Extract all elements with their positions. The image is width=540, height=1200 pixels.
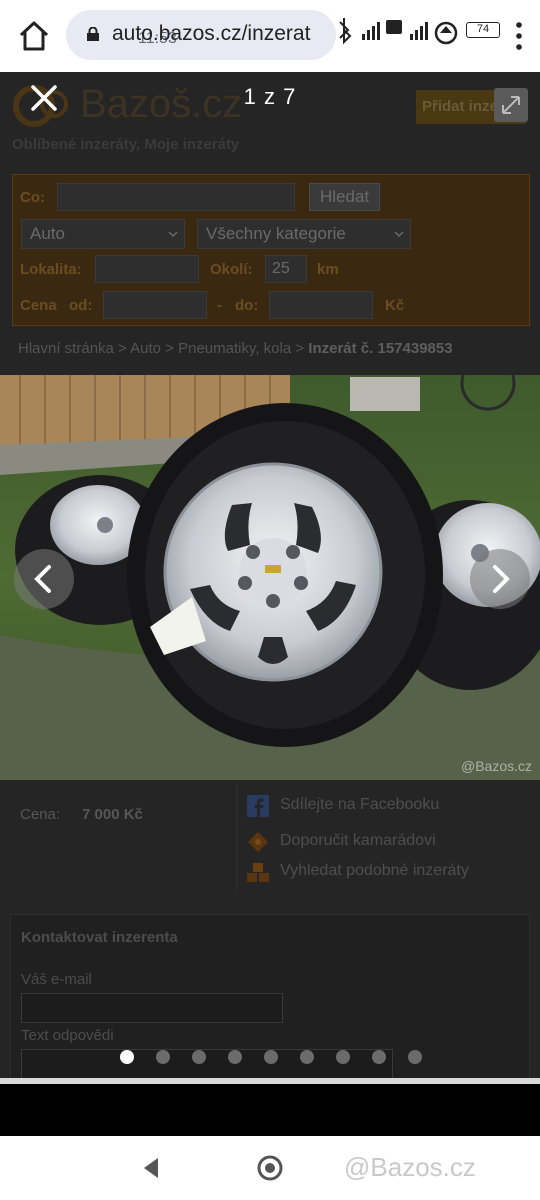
- menu-dots-icon[interactable]: [514, 20, 524, 52]
- search-form: Co: Hledat Auto Všechny kategorie Lokali…: [12, 174, 530, 326]
- divider: [236, 782, 237, 892]
- email-field[interactable]: [21, 993, 283, 1023]
- breadcrumb-path[interactable]: Hlavní stránka > Auto > Pneumatiky, kola…: [18, 340, 308, 357]
- email-label: Váš e-mail: [21, 971, 92, 988]
- previous-image-button[interactable]: [14, 549, 74, 609]
- pagination-dot[interactable]: [120, 1050, 134, 1064]
- facebook-icon: [247, 795, 269, 817]
- wheels-photo: [0, 375, 540, 780]
- chevron-down-icon: [394, 231, 404, 238]
- price-from-input[interactable]: [103, 291, 207, 319]
- breadcrumb: Hlavní stránka > Auto > Pneumatiky, kola…: [18, 340, 453, 357]
- price-from-label: od:: [69, 297, 93, 314]
- browser-toolbar: 11:53 auto.bazos.cz/inzerat 74: [0, 0, 540, 72]
- image-counter: 1 z 7: [243, 84, 297, 109]
- status-bar-icons: [339, 18, 458, 45]
- radius-unit: km: [317, 261, 339, 278]
- location-input[interactable]: [95, 255, 199, 283]
- image-pagination: [0, 1050, 540, 1066]
- category-select[interactable]: Auto: [21, 219, 185, 249]
- battery-icon: 74: [466, 22, 500, 38]
- pagination-dot[interactable]: [336, 1050, 350, 1064]
- breadcrumb-current: Inzerát č. 157439853: [308, 340, 453, 357]
- pagination-dot[interactable]: [228, 1050, 242, 1064]
- price-dash: -: [217, 297, 222, 314]
- price-label: Cena:: [20, 806, 61, 823]
- back-icon[interactable]: [140, 1156, 162, 1180]
- bottom-spacer: [0, 1084, 540, 1136]
- system-navigation-bar: @Bazos.cz: [0, 1136, 540, 1200]
- url-text: auto.bazos.cz/inzerat: [112, 22, 311, 45]
- subcategory-select[interactable]: Všechny kategorie: [197, 219, 411, 249]
- what-input[interactable]: [57, 183, 295, 211]
- pagination-dot[interactable]: [300, 1050, 314, 1064]
- pagination-dot[interactable]: [192, 1050, 206, 1064]
- bazos-watermark: @Bazos.cz: [344, 1152, 476, 1182]
- similar-ads-icon: [247, 863, 269, 882]
- price-label: Cena: [20, 297, 57, 314]
- site-logo-text: Bazoš.cz: [80, 82, 243, 126]
- reply-label: Text odpovědi: [21, 1027, 114, 1044]
- chevron-down-icon: [168, 231, 178, 238]
- recommend-icon: [248, 832, 268, 852]
- home-icon[interactable]: [16, 18, 52, 54]
- price-to-label: do:: [235, 297, 259, 314]
- currency-label: Kč: [385, 297, 405, 314]
- pagination-dot[interactable]: [156, 1050, 170, 1064]
- radius-label: Okolí:: [210, 261, 253, 278]
- close-icon[interactable]: [28, 82, 60, 114]
- expand-icon: [502, 96, 520, 114]
- search-button[interactable]: Hledat: [309, 183, 381, 211]
- chevron-left-icon: [34, 565, 51, 593]
- image-viewer: Bazoš.cz Přidat inzerát Oblíbené inzerát…: [0, 72, 540, 1084]
- radius-input[interactable]: 25: [265, 255, 307, 283]
- home-circle-icon[interactable]: [256, 1154, 284, 1182]
- what-label: Co:: [20, 189, 45, 206]
- contact-title: Kontaktovat inzerenta: [21, 929, 178, 946]
- favorite-links[interactable]: Oblíbené inzeráty, Moje inzeráty: [12, 136, 239, 153]
- signal-icon: [362, 22, 380, 40]
- price-to-input[interactable]: [269, 291, 373, 319]
- photo-watermark: @Bazos.cz: [460, 758, 532, 774]
- lock-icon: [87, 27, 99, 41]
- chevron-right-icon: [493, 565, 510, 593]
- expand-button[interactable]: [494, 88, 528, 122]
- pagination-dot[interactable]: [408, 1050, 422, 1064]
- location-label: Lokalita:: [20, 261, 82, 278]
- address-bar[interactable]: 11:53 auto.bazos.cz/inzerat: [66, 10, 336, 60]
- listing-photo[interactable]: @Bazos.cz: [0, 375, 540, 780]
- pagination-dot[interactable]: [372, 1050, 386, 1064]
- pagination-dot[interactable]: [264, 1050, 278, 1064]
- next-image-button[interactable]: [470, 549, 530, 609]
- price-value: 7 000 Kč: [82, 806, 143, 823]
